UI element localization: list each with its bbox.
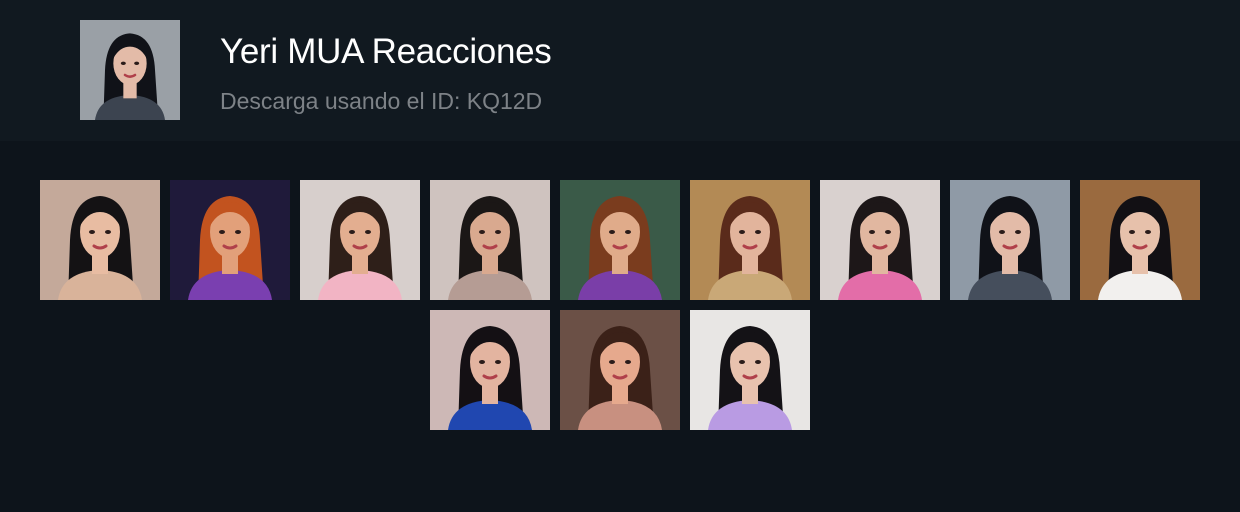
pack-header: Yeri MUA Reacciones Descarga usando el I… bbox=[0, 0, 1240, 141]
pack-title: Yeri MUA Reacciones bbox=[220, 32, 552, 71]
sticker-tile[interactable] bbox=[950, 180, 1070, 300]
sticker-tile[interactable] bbox=[690, 180, 810, 300]
sticker-tile[interactable] bbox=[170, 180, 290, 300]
sticker-tile[interactable] bbox=[430, 310, 550, 430]
sticker-tile[interactable] bbox=[690, 310, 810, 430]
sticker-grid bbox=[0, 141, 1240, 512]
sticker-tile[interactable] bbox=[430, 180, 550, 300]
sticker-tile[interactable] bbox=[1080, 180, 1200, 300]
pack-avatar bbox=[80, 20, 180, 120]
pack-subtitle: Descarga usando el ID: KQ12D bbox=[220, 88, 543, 114]
sticker-tile[interactable] bbox=[560, 180, 680, 300]
sticker-tile[interactable] bbox=[560, 310, 680, 430]
sticker-tile[interactable] bbox=[300, 180, 420, 300]
sticker-tile[interactable] bbox=[820, 180, 940, 300]
sticker-tile[interactable] bbox=[40, 180, 160, 300]
